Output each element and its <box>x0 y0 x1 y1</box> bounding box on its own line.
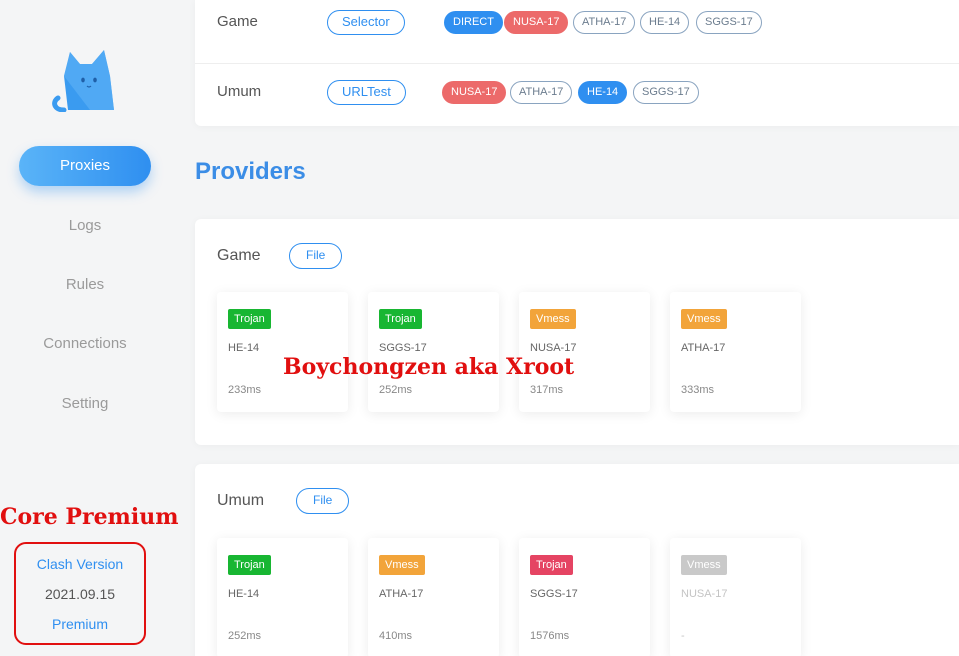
proxy-delay: 233ms <box>228 384 262 396</box>
proxy-card[interactable]: Vmess NUSA-17 - <box>670 538 801 656</box>
nav-setting[interactable]: Setting <box>19 384 151 424</box>
nav-proxies[interactable]: Proxies <box>19 146 151 186</box>
proxy-name: ATHA-17 <box>379 588 424 600</box>
protocol-badge: Trojan <box>228 309 271 329</box>
clash-cat-logo-icon <box>52 50 114 112</box>
proxy-tag[interactable]: SGGS-17 <box>696 11 762 34</box>
proxy-card[interactable]: Vmess ATHA-17 410ms <box>368 538 499 656</box>
proxy-name: HE-14 <box>228 588 260 600</box>
version-value: 2021.09.15 <box>44 586 116 602</box>
proxy-card[interactable]: Trojan SGGS-17 1576ms <box>519 538 650 656</box>
provider-card-umum: Umum File Trojan HE-14 252ms Vmess ATHA-… <box>195 464 959 656</box>
proxy-delay: 410ms <box>379 630 413 642</box>
protocol-badge: Trojan <box>530 555 573 575</box>
proxy-tag[interactable]: NUSA-17 <box>504 11 569 34</box>
nav-logs[interactable]: Logs <box>19 206 151 246</box>
group-row-game: Game Selector DIRECT NUSA-17 ATHA-17 HE-… <box>195 0 959 63</box>
protocol-badge: Trojan <box>228 555 271 575</box>
group-row-umum: Umum URLTest NUSA-17 ATHA-17 HE-14 SGGS-… <box>195 63 959 126</box>
proxy-delay: 252ms <box>379 384 413 396</box>
proxy-tag[interactable]: HE-14 <box>640 11 690 34</box>
proxy-name: SGGS-17 <box>530 588 578 600</box>
provider-type-pill[interactable]: File <box>296 488 350 514</box>
protocol-badge: Trojan <box>379 309 422 329</box>
proxy-delay: 1576ms <box>530 630 570 642</box>
provider-name: Game <box>217 247 261 264</box>
protocol-badge: Vmess <box>681 309 727 329</box>
group-name: Game <box>217 13 258 30</box>
proxy-name: NUSA-17 <box>530 342 577 354</box>
clash-dashboard: Proxies Logs Rules Connections Setting C… <box>0 0 959 656</box>
proxy-tag[interactable]: ATHA-17 <box>573 11 636 34</box>
proxy-card[interactable]: Trojan HE-14 252ms <box>217 538 348 656</box>
providers-title: Providers <box>195 158 306 185</box>
version-label: Clash Version <box>36 556 124 572</box>
provider-card-game: Game File Trojan HE-14 233ms Trojan SGGS… <box>195 219 959 445</box>
version-edition: Premium <box>51 616 108 632</box>
nav-connections[interactable]: Connections <box>19 324 151 364</box>
proxy-card[interactable]: Vmess ATHA-17 333ms <box>670 292 801 412</box>
proxy-card[interactable]: Trojan SGGS-17 252ms <box>368 292 499 412</box>
proxy-delay: 317ms <box>530 384 564 396</box>
protocol-badge: Vmess <box>379 555 425 575</box>
proxy-tag[interactable]: NUSA-17 <box>442 81 507 104</box>
group-name: Umum <box>217 83 262 100</box>
group-type-pill[interactable]: Selector <box>327 10 405 35</box>
proxy-name: NUSA-17 <box>681 588 728 600</box>
proxy-delay: - <box>681 630 685 642</box>
sidebar: Proxies Logs Rules Connections Setting C… <box>0 0 179 656</box>
proxy-delay: 333ms <box>681 384 715 396</box>
proxy-card[interactable]: Vmess NUSA-17 317ms <box>519 292 650 412</box>
proxy-name: HE-14 <box>228 342 260 354</box>
core-premium-annotation: Core Premium <box>0 504 179 530</box>
provider-type-pill[interactable]: File <box>289 243 343 269</box>
nav-rules[interactable]: Rules <box>19 265 151 305</box>
proxy-name: ATHA-17 <box>681 342 726 354</box>
group-type-pill[interactable]: URLTest <box>327 80 406 105</box>
watermark-text: Boychongzen aka Xroot <box>283 354 575 380</box>
proxy-groups-card: Game Selector DIRECT NUSA-17 ATHA-17 HE-… <box>195 0 959 126</box>
proxy-tag[interactable]: ATHA-17 <box>510 81 573 104</box>
clash-version-box: Clash Version 2021.09.15 Premium <box>14 542 146 645</box>
protocol-badge: Vmess <box>681 555 727 575</box>
provider-name: Umum <box>217 492 265 509</box>
protocol-badge: Vmess <box>530 309 576 329</box>
proxy-tag[interactable]: DIRECT <box>444 11 503 34</box>
proxy-delay: 252ms <box>228 630 262 642</box>
proxy-tag[interactable]: HE-14 <box>578 81 628 104</box>
proxy-name: SGGS-17 <box>379 342 427 354</box>
proxy-card[interactable]: Trojan HE-14 233ms <box>217 292 348 412</box>
proxy-tag[interactable]: SGGS-17 <box>633 81 699 104</box>
